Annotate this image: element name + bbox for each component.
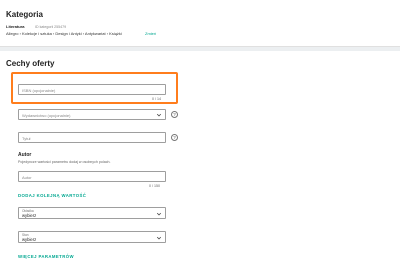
category-id: ID kategorii 255479 (35, 24, 67, 29)
condition-select[interactable]: Stan wybierz (18, 231, 166, 243)
isbn-counter: 0 / 14 (152, 97, 161, 101)
title-placeholder: Tytuł (22, 135, 31, 141)
condition-value: wybierz (22, 237, 37, 242)
author-placeholder: Autor (22, 174, 32, 180)
change-category-link[interactable]: Zmień (145, 31, 156, 36)
author-heading: Autor (18, 152, 32, 158)
title-input[interactable]: Tytuł (18, 132, 166, 143)
title-help-icon[interactable]: ? (171, 134, 178, 141)
isbn-placeholder: ISBN (opcjonalnie) (22, 87, 56, 93)
category-name: Literatura (6, 24, 25, 29)
offer-features-section: Cechy oferty ISBN (opcjonalnie) 0 / 14 W… (0, 51, 400, 280)
category-heading: Kategoria (6, 10, 43, 19)
category-breadcrumb: Allegro › Kolekcje i sztuka › Design i A… (6, 31, 122, 36)
add-value-link[interactable]: DODAJ KOLEJNĄ WARTOŚĆ (18, 193, 86, 198)
isbn-input[interactable]: ISBN (opcjonalnie) (18, 84, 166, 95)
publisher-select[interactable]: Wydawnictwo (opcjonalnie) (18, 109, 166, 120)
author-counter: 0 / 150 (149, 184, 160, 188)
publisher-help-icon[interactable]: ? (171, 111, 178, 118)
category-section: Kategoria Literatura ID kategorii 255479… (0, 0, 400, 47)
chevron-down-icon (156, 113, 162, 117)
author-description: Pojedyncze wartości parametru dodaj w os… (18, 160, 111, 164)
chevron-down-icon (156, 212, 162, 215)
cover-select[interactable]: Okładka wybierz (18, 207, 166, 219)
author-input[interactable]: Autor (18, 171, 166, 182)
cover-value: wybierz (22, 213, 37, 218)
more-parameters-link[interactable]: WIĘCEJ PARAMETRÓW (18, 254, 74, 259)
features-heading: Cechy oferty (6, 59, 55, 68)
chevron-down-icon (156, 236, 162, 239)
publisher-placeholder: Wydawnictwo (opcjonalnie) (22, 112, 71, 118)
